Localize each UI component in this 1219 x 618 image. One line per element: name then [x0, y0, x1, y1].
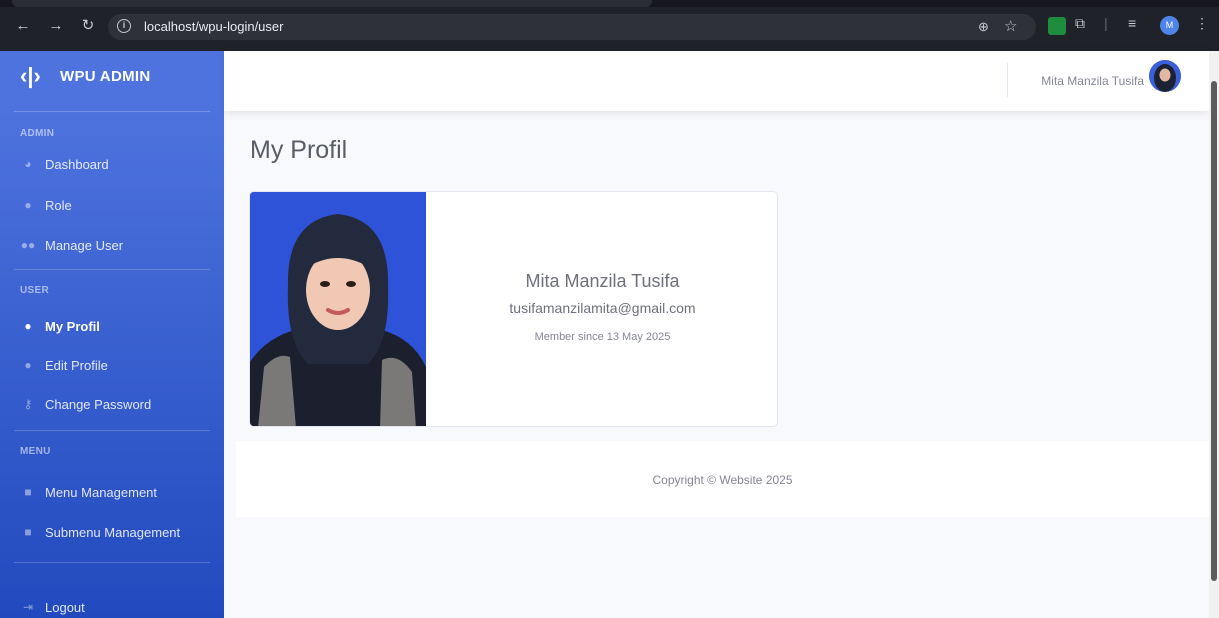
sidebar-item-label: Submenu Management: [45, 524, 181, 540]
forward-icon[interactable]: →: [46, 16, 66, 36]
sidebar-item-dashboard[interactable]: ◕ Dashboard: [0, 146, 224, 182]
site-info-icon[interactable]: i: [117, 19, 131, 33]
profile-photo: [250, 192, 426, 426]
reload-icon[interactable]: ↻: [78, 16, 98, 36]
profile-avatar-icon[interactable]: M: [1160, 16, 1179, 35]
sidebar-item-label: Change Password: [45, 396, 152, 412]
sidebar-divider: [14, 269, 210, 270]
scrollbar-thumb[interactable]: [1211, 81, 1217, 581]
sidebar-item-label: Logout: [45, 599, 85, 615]
sidebar-item-edit-profile[interactable]: ● Edit Profile: [0, 347, 224, 383]
topbar-user-name[interactable]: Mita Manzila Tusifa: [1041, 74, 1144, 88]
profile-card-body: Mita Manzila Tusifa tusifamanzilamita@gm…: [426, 192, 777, 426]
folder-open-icon: ■: [24, 525, 32, 539]
sidebar-heading-user: USER: [20, 285, 49, 296]
profile-name: Mita Manzila Tusifa: [525, 271, 680, 291]
sidebar-divider: [14, 111, 210, 112]
user-edit-icon: ●: [24, 358, 32, 372]
page-scrollbar[interactable]: [1209, 51, 1219, 618]
footer: Copyright © Website 2025: [236, 441, 1209, 517]
sidebar-item-menu-management[interactable]: ■ Menu Management: [0, 474, 224, 510]
sidebar-item-label: Manage User: [45, 237, 124, 253]
dashboard-icon: ◕: [24, 157, 32, 171]
folder-icon: ■: [24, 485, 32, 499]
reading-list-icon[interactable]: ≡: [1128, 15, 1136, 31]
logout-icon: ⇥: [22, 600, 34, 614]
sidebar-item-submenu-management[interactable]: ■ Submenu Management: [0, 514, 224, 550]
user-icon: ●: [24, 319, 32, 333]
sidebar: ‹|› WPU ADMIN ADMIN ◕ Dashboard ● Role ●…: [0, 51, 224, 618]
sidebar-heading-menu: MENU: [20, 446, 51, 457]
toolbar-separator: |: [1104, 15, 1108, 31]
sidebar-heading-admin: ADMIN: [20, 128, 55, 139]
user-avatar[interactable]: [1149, 60, 1181, 92]
page-title: My Profil: [250, 136, 348, 164]
sidebar-item-role[interactable]: ● Role: [0, 187, 224, 223]
browser-tab[interactable]: [12, 0, 652, 7]
sidebar-divider: [14, 430, 210, 431]
sidebar-item-change-password[interactable]: ⚷ Change Password: [0, 386, 224, 422]
sidebar-divider: [14, 562, 210, 563]
back-icon[interactable]: ←: [13, 16, 33, 36]
user-tie-icon: ●: [24, 198, 32, 212]
key-icon: ⚷: [23, 397, 33, 411]
sidebar-item-label: Dashboard: [45, 156, 109, 172]
profile-card: Mita Manzila Tusifa tusifamanzilamita@gm…: [249, 191, 778, 427]
sidebar-item-label: Role: [45, 197, 72, 213]
extensions-puzzle-icon[interactable]: ⧉: [1075, 15, 1085, 32]
extension-icon[interactable]: [1048, 17, 1066, 35]
browser-menu-icon[interactable]: ⋮: [1195, 15, 1209, 32]
address-url[interactable]: localhost/wpu-login/user: [144, 19, 283, 34]
topbar-divider: [1007, 63, 1008, 97]
topbar: Mita Manzila Tusifa: [224, 51, 1209, 111]
profile-member-since: Member since 13 May 2025: [534, 331, 671, 343]
address-bar[interactable]: i localhost/wpu-login/user ⊕ ☆: [108, 14, 1036, 40]
sidebar-item-manage-user[interactable]: ●● Manage User: [0, 227, 224, 263]
footer-copyright: Copyright © Website 2025: [652, 473, 793, 487]
users-icon: ●●: [20, 238, 36, 252]
sidebar-item-label: Menu Management: [45, 484, 158, 500]
sidebar-item-label: Edit Profile: [45, 357, 108, 373]
sidebar-item-logout[interactable]: ⇥ Logout: [0, 589, 224, 618]
browser-toolbar: ← → ↻ i localhost/wpu-login/user ⊕ ☆ ⧉ |…: [0, 0, 1219, 51]
bookmark-star-icon[interactable]: ☆: [1004, 17, 1017, 35]
profile-email: tusifamanzilamita@gmail.com: [509, 300, 696, 316]
code-logo-icon: ‹|›: [20, 63, 41, 88]
sidebar-item-label: My Profil: [45, 318, 100, 334]
brand-text: WPU ADMIN: [60, 67, 151, 85]
zoom-icon[interactable]: ⊕: [978, 19, 989, 35]
sidebar-item-my-profil[interactable]: ● My Profil: [0, 308, 224, 344]
sidebar-brand[interactable]: ‹|› WPU ADMIN: [0, 51, 224, 101]
